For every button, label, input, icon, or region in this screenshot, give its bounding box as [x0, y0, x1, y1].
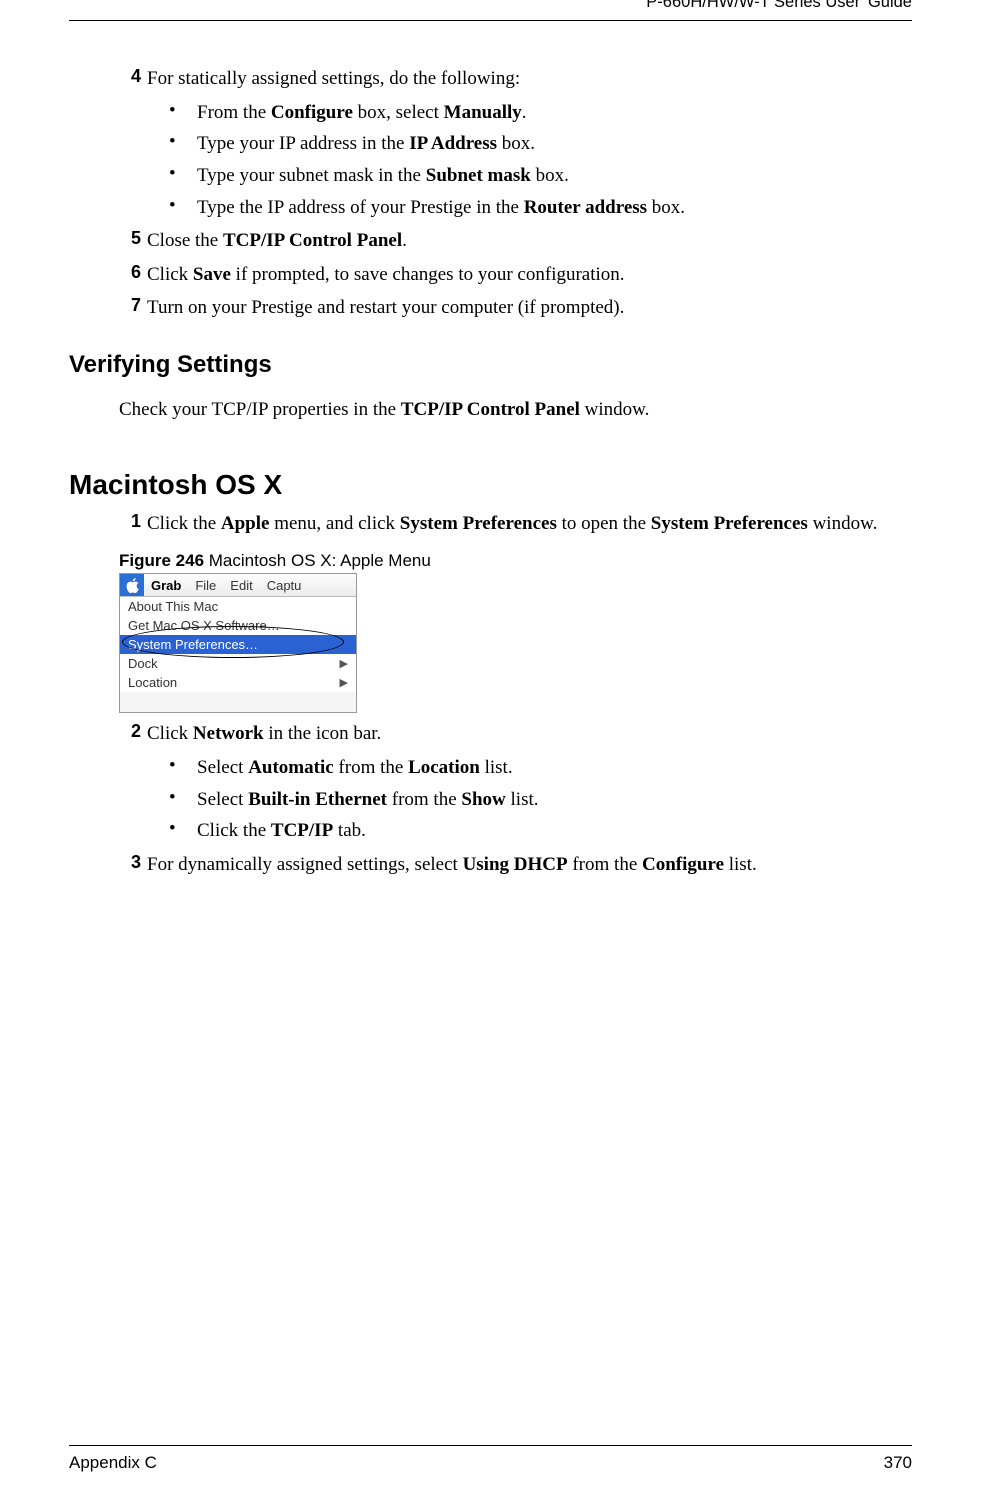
- list-item: • From the Configure box, select Manuall…: [169, 100, 912, 126]
- step-7-number: 7: [119, 295, 147, 316]
- menu-item-dock: Dock▶: [120, 654, 356, 673]
- menu-item-location: Location▶: [120, 673, 356, 692]
- bullet-icon: •: [169, 100, 197, 122]
- footer-page-number: 370: [884, 1453, 912, 1473]
- submenu-arrow-icon: ▶: [340, 657, 348, 670]
- menubar-item-grab: Grab: [144, 578, 188, 593]
- page-content: 4 For statically assigned settings, do t…: [69, 23, 912, 878]
- macx-step-2-text: Click Network in the icon bar.: [147, 721, 912, 747]
- macx-step-2-number: 2: [119, 721, 147, 742]
- heading-macintosh-osx: Macintosh OS X: [69, 469, 912, 501]
- figure-246-caption: Figure 246 Macintosh OS X: Apple Menu: [119, 551, 912, 571]
- step-5: 5 Close the TCP/IP Control Panel.: [119, 228, 912, 254]
- bullet-text: Type your subnet mask in the Subnet mask…: [197, 163, 912, 189]
- footer-rule: [69, 1445, 912, 1447]
- macx-step-1: 1 Click the Apple menu, and click System…: [119, 511, 912, 537]
- step-7: 7 Turn on your Prestige and restart your…: [119, 295, 912, 321]
- macx-step-3: 3 For dynamically assigned settings, sel…: [119, 852, 912, 878]
- heading-verifying-settings: Verifying Settings: [69, 351, 912, 379]
- bullet-icon: •: [169, 787, 197, 809]
- menu-item-system-preferences: System Preferences…: [120, 635, 356, 654]
- menu-item-get-osx-software: Get Mac OS X Software…: [120, 616, 356, 635]
- step-4: 4 For statically assigned settings, do t…: [119, 66, 912, 92]
- step-4-number: 4: [119, 66, 147, 87]
- bullet-text: Select Automatic from the Location list.: [197, 755, 912, 781]
- menu-item-about-this-mac: About This Mac: [120, 597, 356, 616]
- bullet-text: Click the TCP/IP tab.: [197, 818, 912, 844]
- step-4-bullets: • From the Configure box, select Manuall…: [169, 100, 912, 221]
- step-5-number: 5: [119, 228, 147, 249]
- list-item: • Select Built-in Ethernet from the Show…: [169, 787, 912, 813]
- bullet-text: Select Built-in Ethernet from the Show l…: [197, 787, 912, 813]
- step-4-text: For statically assigned settings, do the…: [147, 66, 912, 92]
- bullet-text: Type your IP address in the IP Address b…: [197, 131, 912, 157]
- menubar-item-edit: Edit: [223, 578, 259, 593]
- macx-step-2-bullets: • Select Automatic from the Location lis…: [169, 755, 912, 844]
- bullet-icon: •: [169, 131, 197, 153]
- header-rule: [69, 12, 912, 21]
- apple-menu-icon: [120, 574, 144, 596]
- page-footer: Appendix C 370: [69, 1445, 912, 1473]
- mac-menubar: Grab File Edit Captu: [120, 574, 356, 597]
- step-6: 6 Click Save if prompted, to save change…: [119, 262, 912, 288]
- list-item: • Click the TCP/IP tab.: [169, 818, 912, 844]
- menubar-item-capture: Captu: [260, 578, 309, 593]
- bullet-icon: •: [169, 818, 197, 840]
- menubar-item-file: File: [188, 578, 223, 593]
- bullet-icon: •: [169, 755, 197, 777]
- verify-paragraph: Check your TCP/IP properties in the TCP/…: [119, 397, 912, 424]
- footer-section-label: Appendix C: [69, 1453, 157, 1473]
- step-6-text: Click Save if prompted, to save changes …: [147, 262, 912, 288]
- list-item: • Type your IP address in the IP Address…: [169, 131, 912, 157]
- figure-246-image: Grab File Edit Captu About This Mac Get …: [119, 573, 357, 713]
- macx-step-3-number: 3: [119, 852, 147, 873]
- macx-step-1-number: 1: [119, 511, 147, 532]
- bullet-text: From the Configure box, select Manually.: [197, 100, 912, 126]
- bullet-icon: •: [169, 163, 197, 185]
- bullet-icon: •: [169, 195, 197, 217]
- list-item: • Type the IP address of your Prestige i…: [169, 195, 912, 221]
- step-6-number: 6: [119, 262, 147, 283]
- submenu-arrow-icon: ▶: [340, 676, 348, 689]
- macx-step-2: 2 Click Network in the icon bar.: [119, 721, 912, 747]
- bullet-text: Type the IP address of your Prestige in …: [197, 195, 912, 221]
- step-7-text: Turn on your Prestige and restart your c…: [147, 295, 912, 321]
- step-5-text: Close the TCP/IP Control Panel.: [147, 228, 912, 254]
- header-doc-title: P-660H/HW/W-T Series User' Guide: [69, 0, 912, 12]
- list-item: • Select Automatic from the Location lis…: [169, 755, 912, 781]
- macx-step-1-text: Click the Apple menu, and click System P…: [147, 511, 912, 537]
- macx-step-3-text: For dynamically assigned settings, selec…: [147, 852, 912, 878]
- list-item: • Type your subnet mask in the Subnet ma…: [169, 163, 912, 189]
